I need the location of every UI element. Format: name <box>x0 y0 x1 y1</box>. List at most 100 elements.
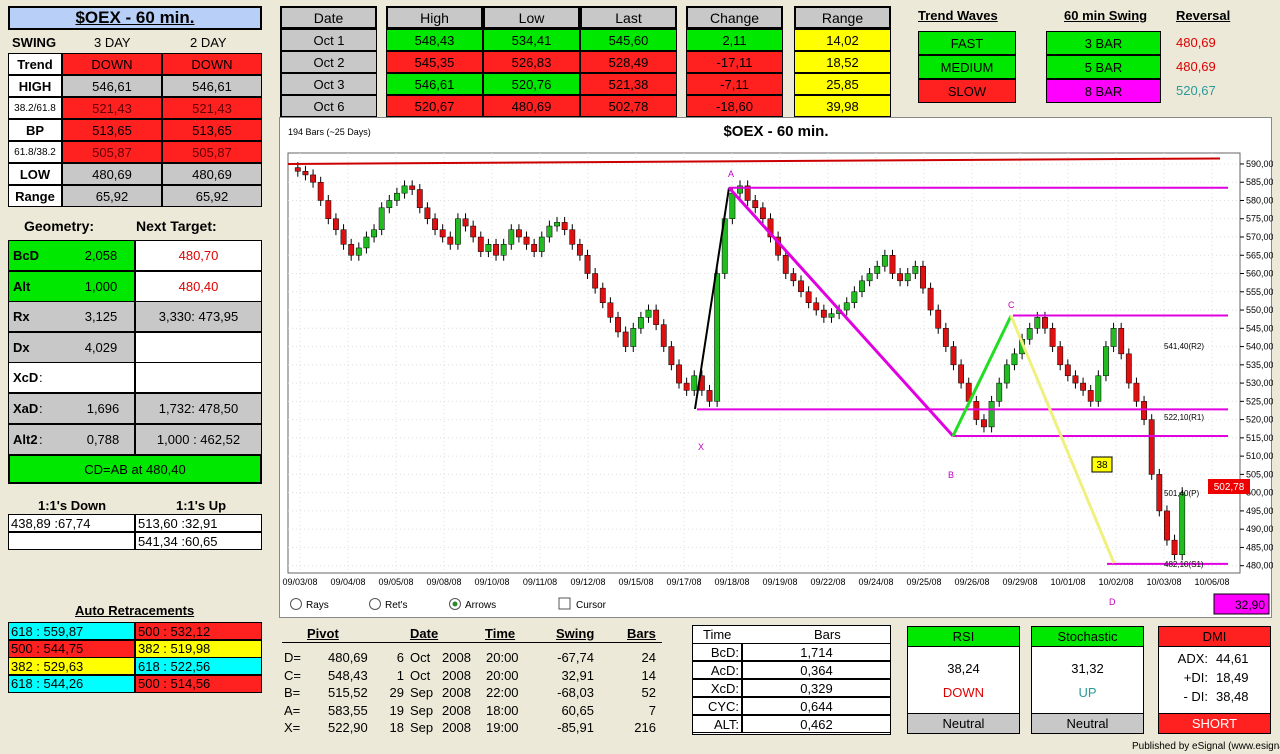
pivot-swing: -85,91 <box>557 720 594 735</box>
candle-body <box>1179 492 1186 555</box>
dmi-pdi-value: 18,49 <box>1216 670 1249 685</box>
ohlc-cell: 18,52 <box>794 51 891 73</box>
candle-body <box>843 302 850 311</box>
pivot-year: 2008 <box>442 685 471 700</box>
ohlc-cell: Oct 2 <box>280 51 377 73</box>
candle-body <box>660 324 667 347</box>
candle-body <box>904 273 911 282</box>
geometry-value: 1,696 <box>86 401 120 416</box>
geometry-label: BcD <box>13 248 40 263</box>
candle-body <box>813 302 820 311</box>
candle-body <box>599 287 606 303</box>
pivot-day: 6 <box>396 650 404 665</box>
pivot-bars: 24 <box>641 650 656 665</box>
geometry-colon: : <box>39 401 43 416</box>
candle-body <box>454 218 461 245</box>
candle-body <box>439 229 446 238</box>
candle-body <box>1042 317 1048 329</box>
swing60-2[interactable]: 8 BAR <box>1046 79 1161 103</box>
stoch-header: Stochastic <box>1031 626 1144 647</box>
geometry-row: Dx 4,029 <box>8 331 135 363</box>
ohlc-cell: 520,67 <box>386 95 483 117</box>
time-bars-value: 0,364 <box>742 661 891 679</box>
x-tick-label: 09/29/08 <box>1002 577 1037 587</box>
candle-body <box>988 401 995 428</box>
pivot-bars: 14 <box>641 667 656 683</box>
candle-body <box>1110 328 1117 347</box>
ones-down-cell <box>8 532 135 550</box>
ohlc-cell: 25,85 <box>794 73 891 95</box>
candle-body <box>508 229 515 245</box>
candle-body <box>485 244 492 252</box>
pivot-month: Oct <box>410 650 431 665</box>
reversal-value: 480,69 <box>1176 59 1216 74</box>
ohlc-cell: 546,61 <box>386 73 483 95</box>
ones-down-header: 1:1's Down <box>38 498 107 513</box>
dmi-adx-label: ADX: <box>1177 651 1208 666</box>
pivot-label: A= <box>284 702 301 718</box>
trend-wave-1[interactable]: MEDIUM <box>918 55 1016 79</box>
swing-row-3day: 513,65 <box>62 119 162 141</box>
pivot-day: 19 <box>389 702 404 718</box>
ones-up-header: 1:1's Up <box>176 498 227 513</box>
trend-wave-0[interactable]: FAST <box>918 31 1016 55</box>
y-tick-label: 590,00 <box>1246 159 1273 169</box>
pattern-point-label: C <box>1008 300 1015 310</box>
pivot-bars: 52 <box>641 685 656 700</box>
geometry-label: Dx <box>13 339 30 355</box>
y-tick-label: 570,00 <box>1246 232 1273 242</box>
candle-body <box>820 309 827 318</box>
pivot-label: D= <box>284 650 301 665</box>
y-tick-label: 480,00 <box>1246 561 1273 571</box>
pattern-point-label: A <box>728 169 734 179</box>
dmi-pdi-label: +DI: <box>1183 670 1208 685</box>
candle-body <box>1072 375 1079 384</box>
swing-row-2day: 65,92 <box>162 185 262 207</box>
pivot-year: 2008 <box>442 650 471 665</box>
y-tick-label: 530,00 <box>1246 378 1273 388</box>
y-tick-label: 560,00 <box>1246 269 1273 279</box>
candle-body <box>927 287 934 311</box>
swing-row-3day: 521,43 <box>62 97 162 119</box>
candle-body <box>897 273 904 282</box>
swing-row-2day: 521,43 <box>162 97 262 119</box>
reversal-value: 520,67 <box>1176 83 1216 98</box>
pivot-swing: 32,91 <box>561 667 594 683</box>
candle-body <box>592 273 599 289</box>
ohlc-cell: Oct 6 <box>280 95 377 117</box>
candle-body <box>615 317 621 333</box>
reversal-value: 480,69 <box>1176 35 1216 50</box>
time-bars-label: BcD: <box>692 643 742 661</box>
pivot-price: 583,55 <box>328 702 368 718</box>
rsi-signal: Neutral <box>907 713 1020 734</box>
ohlc-header: High <box>386 6 483 29</box>
y-tick-label: 515,00 <box>1246 433 1273 443</box>
pivot-price: 480,69 <box>328 650 368 665</box>
candle-body <box>554 222 560 227</box>
candle-body <box>477 236 484 252</box>
candle-body <box>759 207 766 219</box>
ohlc-cell: 39,98 <box>794 95 891 117</box>
candle-body <box>714 273 721 402</box>
x-tick-label: 10/02/08 <box>1098 577 1133 587</box>
dmi-signal: SHORT <box>1158 713 1271 734</box>
candle-body <box>569 229 576 245</box>
candle-body <box>752 200 759 209</box>
geometry-row: Rx 3,125 <box>8 301 135 333</box>
trend-wave-2[interactable]: SLOW <box>918 79 1016 103</box>
swing-row-3day: 480,69 <box>62 163 162 185</box>
time-bars-value: 0,644 <box>742 697 891 715</box>
reversal-header: Reversal <box>1176 8 1231 23</box>
price-chart[interactable]: $OEX - 60 min. 194 Bars (~25 Days) 480,00 4… <box>280 118 1274 619</box>
dmi-mdi-value: 38,48 <box>1216 689 1249 704</box>
swing60-1[interactable]: 5 BAR <box>1046 55 1161 79</box>
pivot-year: 2008 <box>442 702 471 718</box>
candle-body <box>447 236 454 245</box>
swing60-0[interactable]: 3 BAR <box>1046 31 1161 55</box>
candle-body <box>325 200 332 219</box>
x-tick-label: 09/12/08 <box>570 577 605 587</box>
chart-panel[interactable]: $OEX - 60 min. 194 Bars (~25 Days) 480,00 4… <box>279 117 1274 619</box>
pivot-time: 22:00 <box>486 685 519 700</box>
pivot-divider <box>282 642 662 643</box>
geometry-value: 3,125 <box>84 309 118 325</box>
